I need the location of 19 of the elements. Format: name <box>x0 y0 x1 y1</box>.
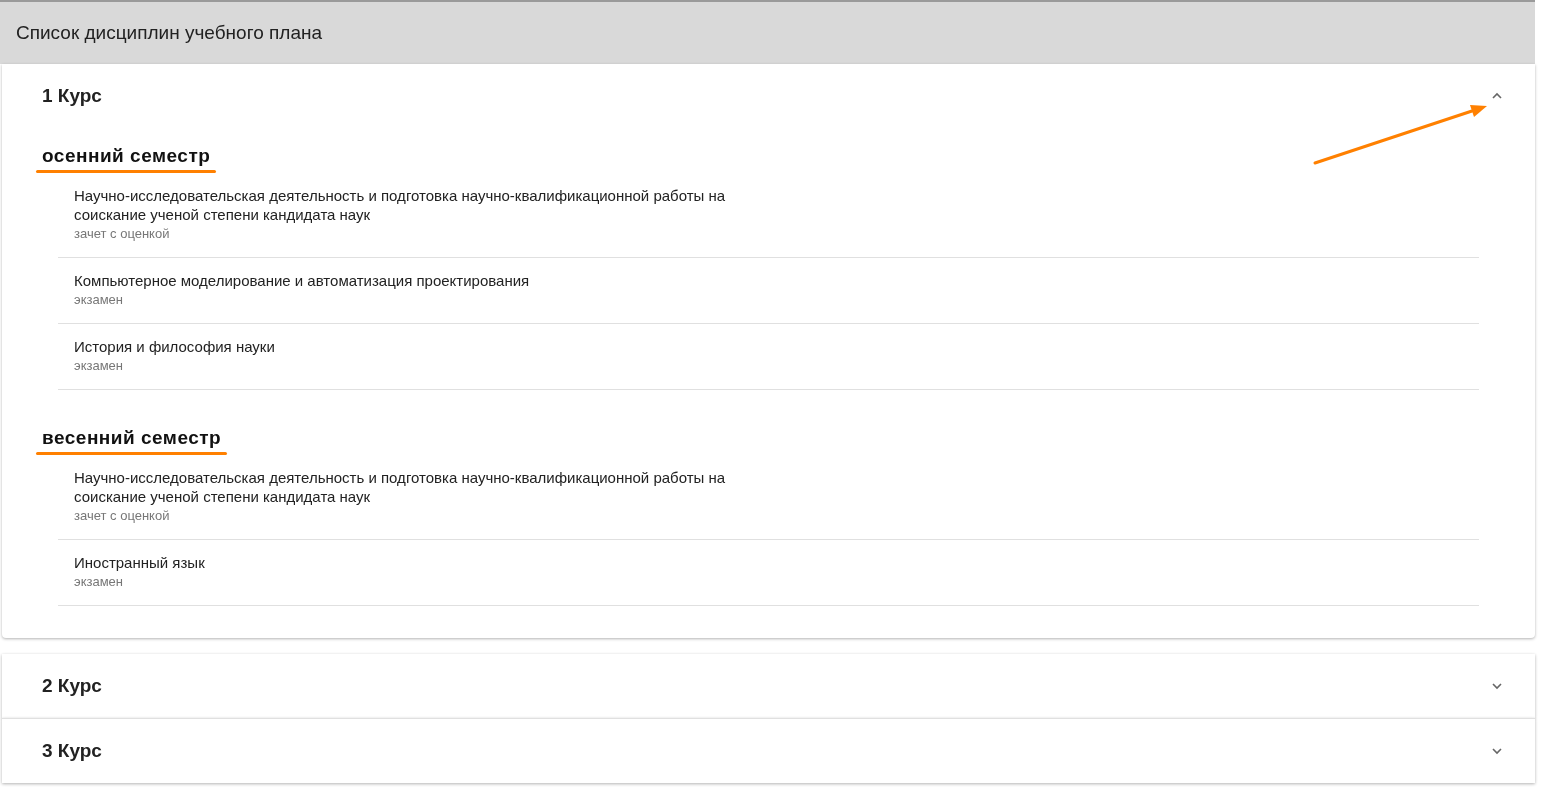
page-title: Список дисциплин учебного плана <box>16 20 322 45</box>
discipline-name: Компьютерное моделирование и автоматизация проектирования <box>74 271 531 290</box>
course-title: 1 Курс <box>42 83 102 108</box>
discipline-name: Научно-исследовательская деятельность и подготовка научно-квалификационной работы на соискание ученой степени кандидата наук <box>74 468 727 506</box>
discipline-name: Иностранный язык <box>74 553 206 572</box>
course-title: 3 Курс <box>42 738 102 763</box>
course-title: 2 Курс <box>42 673 102 698</box>
assessment-type: зачет с оценкой <box>74 507 170 525</box>
discipline-name: Научно-исследовательская деятельность и подготовка научно-квалификационной работы на соискание ученой степени кандидата наук <box>74 186 727 224</box>
assessment-type: экзамен <box>74 291 123 309</box>
semester-title: весенний семестр <box>42 426 222 450</box>
assessment-type: экзамен <box>74 573 123 591</box>
semester-title: осенний семестр <box>42 144 211 168</box>
course-header[interactable]: 2 Курс <box>2 654 1535 718</box>
discipline-name: История и философия науки <box>74 337 276 356</box>
assessment-type: зачет с оценкой <box>74 225 170 243</box>
course-header[interactable]: 3 Курс <box>2 719 1535 783</box>
assessment-type: экзамен <box>74 357 123 375</box>
course-header[interactable]: 1 Курс <box>2 64 1535 128</box>
